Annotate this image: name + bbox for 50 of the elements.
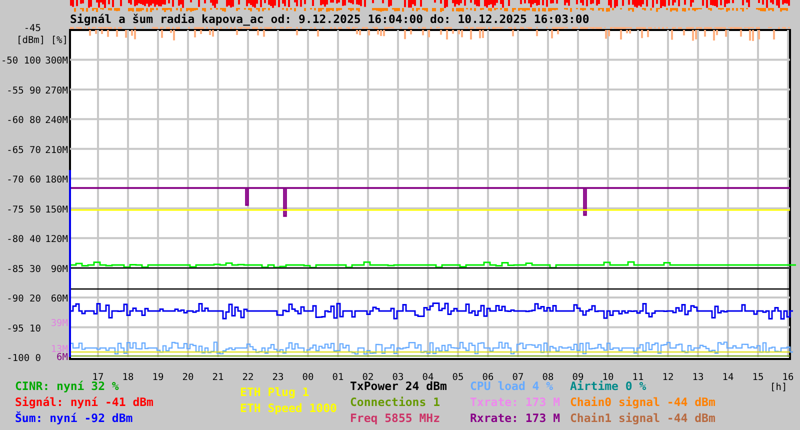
axis-label: 210M xyxy=(45,144,68,156)
axis-label: 13 xyxy=(692,372,704,383)
axis-label: 23 xyxy=(272,372,284,383)
axis-label: 60M xyxy=(50,294,68,305)
axis-label: -70 60 xyxy=(6,174,41,186)
axis-label: -80 40 xyxy=(6,234,41,246)
axis-label: -85 30 xyxy=(6,264,41,275)
legend-entry: Signál: nyní -41 dBm xyxy=(15,395,154,409)
axis-label: -50 100 xyxy=(0,56,41,67)
legend-entry: ETH Plug 1 xyxy=(240,385,310,399)
axis-label: -65 70 xyxy=(6,144,41,156)
axis-label: -45 xyxy=(24,23,41,34)
legend-entry: Txrate: 173 M xyxy=(470,395,560,409)
axis-unit: [h] xyxy=(770,382,788,393)
axis-label: -75 50 xyxy=(6,204,41,216)
legend-entry: Rxrate: 173 M xyxy=(470,411,560,425)
legend-entry: Chain0 signal -44 dBm xyxy=(570,395,716,409)
legend-entry: Šum: nyní -92 dBm xyxy=(15,411,133,425)
axis-label: 180M xyxy=(45,174,68,186)
axis-unit: [dBm] [%] xyxy=(16,35,68,46)
axis-label: 270M xyxy=(45,85,68,96)
legend-entry: Connections 1 xyxy=(350,395,440,409)
axis-label: 14 xyxy=(722,372,734,383)
chart-title: Signál a šum radia kapova_ac od: 9.12.2025 16:04:00 do: 10.12.2025 16:03:00 xyxy=(70,12,590,26)
axis-label: -55 90 xyxy=(6,85,41,96)
axis-label: 39M xyxy=(50,318,68,329)
axis-label: 16 xyxy=(782,372,794,383)
axis-label: 18 xyxy=(122,372,134,383)
axis-label: -90 20 xyxy=(6,294,41,305)
axis-label: 01 xyxy=(332,372,344,383)
legend-entry: Chain1 signal -44 dBm xyxy=(570,411,716,425)
axis-label: 20 xyxy=(182,372,194,383)
axis-label: -95 10 xyxy=(6,323,41,334)
axis-label: 19 xyxy=(152,372,164,383)
legend-entry: ETH Speed 1000 xyxy=(240,401,337,415)
axis-label: 21 xyxy=(212,372,224,383)
axis-label: -60 80 xyxy=(6,115,41,126)
axis-label: 22 xyxy=(242,372,254,383)
axis-label: 150M xyxy=(45,204,68,216)
axis-label: 00 xyxy=(302,372,314,383)
axis-label: 120M xyxy=(45,234,68,246)
axis-label: -100 0 xyxy=(6,353,41,364)
axis-label: 15 xyxy=(752,372,764,383)
axis-label: 240M xyxy=(45,115,68,126)
axis-label: 300M xyxy=(45,56,68,67)
legend-entry: Freq 5855 MHz xyxy=(350,411,440,425)
axis-label: 6M xyxy=(56,352,68,363)
axis-label: 12 xyxy=(662,372,674,383)
axis-label: 05 xyxy=(452,372,464,383)
axis-label: 90M xyxy=(50,264,68,275)
